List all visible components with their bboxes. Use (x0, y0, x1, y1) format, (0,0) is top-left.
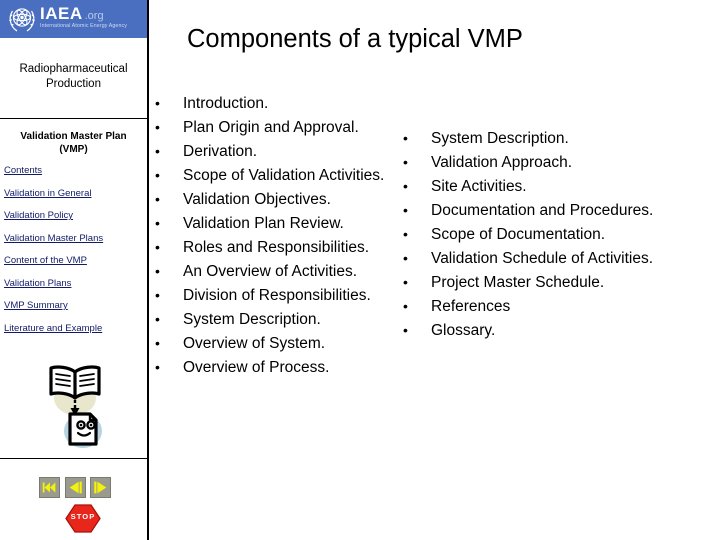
iaea-subtitle: International Atomic Energy Agency (40, 23, 127, 29)
sidebar-nav: Contents Validation in General Validatio… (4, 165, 147, 345)
sidebar-item-validation-plans[interactable]: Validation Plans (4, 278, 147, 289)
bullet-icon: • (403, 178, 408, 194)
bullet-list-right: • System Description. • Validation Appro… (403, 127, 720, 343)
bullet-icon: • (403, 322, 408, 338)
sidebar-divider-bottom (0, 458, 147, 459)
previous-slide-icon[interactable] (64, 477, 86, 498)
bullet-icon: • (403, 226, 408, 242)
book-glyph (49, 365, 101, 400)
sidebar: IAEA .org International Atomic Energy Age… (0, 0, 149, 540)
bullet-icon: • (155, 239, 160, 255)
bullet-icon: • (403, 250, 408, 266)
list-item-label: Glossary. (431, 322, 496, 339)
list-item-label: System Description. (183, 311, 321, 328)
bullet-icon: • (155, 119, 160, 135)
list-item-label: Derivation. (183, 143, 258, 160)
sidebar-item-content-of-the-vmp[interactable]: Content of the VMP (4, 255, 147, 266)
section-heading: Validation Master Plan (VMP) (0, 130, 147, 156)
sidebar-item-vmp-summary[interactable]: VMP Summary (4, 300, 147, 311)
list-item: • Site Activities. (403, 175, 720, 199)
list-item-label: Plan Origin and Approval. (183, 119, 359, 136)
list-item-label: Validation Schedule of Activities. (431, 250, 654, 267)
list-item: • Glossary. (403, 319, 720, 343)
list-item-label: Roles and Responsibilities. (183, 239, 370, 256)
list-item-label: Scope of Documentation. (431, 226, 606, 243)
bullet-icon: • (155, 359, 160, 375)
sidebar-item-literature-and-example[interactable]: Literature and Example (4, 323, 147, 334)
bullet-icon: • (403, 298, 408, 314)
stop-button[interactable]: STOP (65, 504, 101, 533)
open-book-to-document-icon (49, 365, 102, 448)
bullet-icon: • (155, 311, 160, 327)
list-item: • Validation Schedule of Activities. (403, 247, 720, 271)
iaea-atom-laurel-emblem (9, 8, 35, 32)
bullet-icon: • (155, 191, 160, 207)
bullet-icon: • (155, 167, 160, 183)
list-item-label: Overview of Process. (183, 359, 330, 376)
sidebar-divider-top (0, 118, 147, 119)
list-item: • References (403, 295, 720, 319)
list-item-label: Scope of Validation Activities. (183, 167, 385, 184)
list-item-label: Project Master Schedule. (431, 274, 605, 291)
rewind-to-start-icon[interactable] (39, 477, 60, 498)
list-item-label: Division of Responsibilities. (183, 287, 371, 304)
bullet-icon: • (403, 202, 408, 218)
sidebar-item-validation-policy[interactable]: Validation Policy (4, 210, 147, 221)
list-item-label: System Description. (431, 130, 569, 147)
subject-title-text: Radiopharmaceutical Production (19, 63, 128, 90)
bullet-icon: • (403, 154, 408, 170)
next-slide-icon[interactable] (90, 477, 111, 498)
list-item-label: Introduction. (183, 95, 269, 112)
list-item-label: Validation Objectives. (183, 191, 331, 208)
sidebar-item-validation-in-general[interactable]: Validation in General (4, 188, 147, 199)
list-item-label: An Overview of Activities. (183, 263, 358, 280)
section-heading-line2: (VMP) (59, 144, 88, 155)
bullet-icon: • (155, 215, 160, 231)
slide-content: Components of a typical VMP • Introducti… (149, 0, 720, 540)
iaea-wordmark-suffix: .org (84, 10, 104, 22)
list-item-label: References (431, 298, 511, 315)
page-title: Components of a typical VMP (187, 25, 523, 53)
list-item-label: Site Activities. (431, 178, 527, 195)
sidebar-item-validation-master-plans[interactable]: Validation Master Plans (4, 233, 147, 244)
bullet-icon: • (155, 143, 160, 159)
list-item: • Project Master Schedule. (403, 271, 720, 295)
sidebar-item-contents[interactable]: Contents (4, 165, 147, 176)
list-item-label: Overview of System. (183, 335, 326, 352)
list-item: • Validation Approach. (403, 151, 720, 175)
list-item: • Overview of Process. (155, 356, 455, 380)
bullet-icon: • (403, 130, 408, 146)
bullet-icon: • (403, 274, 408, 290)
list-item-label: Validation Plan Review. (183, 215, 344, 232)
list-item-label: Validation Approach. (431, 154, 573, 171)
iaea-wordmark-text: IAEA (40, 4, 83, 23)
list-item-label: Documentation and Procedures. (431, 202, 654, 219)
list-item: • Introduction. (155, 92, 455, 116)
list-item: • Scope of Documentation. (403, 223, 720, 247)
iaea-wordmark: IAEA .org International Atomic Energy Age… (40, 4, 145, 34)
player-controls (39, 477, 111, 498)
bullet-icon: • (155, 263, 160, 279)
bullet-icon: • (155, 287, 160, 303)
iaea-logo-banner[interactable]: IAEA .org International Atomic Energy Age… (0, 0, 147, 38)
document-face-glyph (68, 412, 98, 446)
section-heading-line1: Validation Master Plan (20, 131, 127, 142)
list-item: • System Description. (403, 127, 720, 151)
bullet-icon: • (155, 95, 160, 111)
list-item: • Documentation and Procedures. (403, 199, 720, 223)
subject-title: Radiopharmaceutical Production (0, 62, 147, 92)
bullet-icon: • (155, 335, 160, 351)
